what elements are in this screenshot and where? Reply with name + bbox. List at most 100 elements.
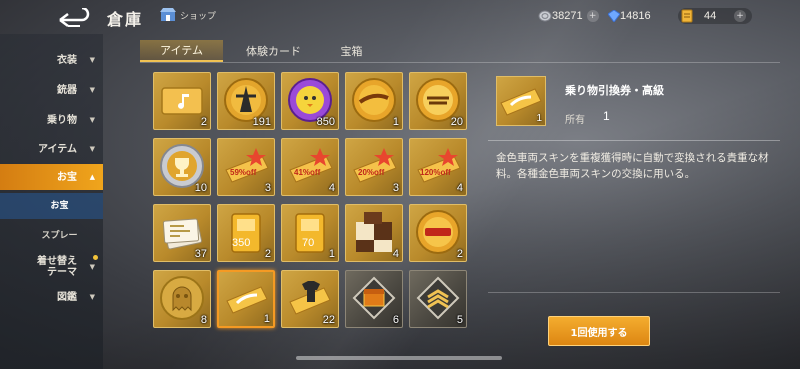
- caret-down-icon: ▼: [89, 86, 95, 94]
- item-cell[interactable]: 41%off 4: [281, 138, 339, 196]
- silver-coin-icon: [538, 10, 552, 22]
- item-cell[interactable]: 1: [345, 72, 403, 130]
- item-cell[interactable]: 8: [153, 270, 211, 328]
- svg-text:120%off: 120%off: [420, 168, 451, 177]
- gold-card-icon: 350: [231, 213, 261, 253]
- caret-down-icon: ▼: [89, 263, 95, 271]
- item-cell[interactable]: 22: [281, 270, 339, 328]
- caret-down-icon: ▼: [89, 293, 95, 301]
- tab-chests[interactable]: 宝箱: [324, 40, 379, 62]
- item-count: 191: [252, 116, 271, 128]
- sidebar-item-label: アイテム: [38, 143, 77, 155]
- sidebar-item-firearms[interactable]: 銃器 ▼: [0, 77, 103, 103]
- blue-gem-icon: [608, 10, 620, 22]
- item-cell[interactable]: 70 1: [281, 204, 339, 262]
- discount-coupon-icon: 20%off: [353, 148, 397, 183]
- divider: [488, 292, 780, 293]
- item-cell[interactable]: 59%off 3: [217, 138, 275, 196]
- music-ticket-icon: [161, 87, 203, 115]
- item-count: 20: [450, 116, 463, 128]
- back-button[interactable]: [54, 6, 90, 32]
- rank-chest-icon: [352, 276, 396, 320]
- item-count: 1: [328, 248, 335, 260]
- item-cell[interactable]: 20%off 3: [345, 138, 403, 196]
- event-coin-icon: [352, 78, 396, 122]
- sidebar-item-items[interactable]: アイテム ▼: [0, 136, 103, 162]
- item-cell[interactable]: 120%off 4: [409, 138, 467, 196]
- sidebar-item-label: 乗り物: [47, 114, 77, 126]
- sidebar-item-label: 銃器: [57, 84, 77, 96]
- gold-ticket-icon: [681, 9, 693, 23]
- currency-ticket: 44 +: [678, 8, 752, 24]
- item-count: 1: [263, 313, 270, 325]
- item-cell[interactable]: 20: [409, 72, 467, 130]
- item-count: 4: [456, 182, 463, 194]
- rank-badge-icon: [416, 276, 460, 320]
- sidebar-subitem-treasure[interactable]: お宝: [0, 193, 103, 219]
- item-count: 8: [200, 314, 207, 326]
- sidebar-item-label: スプレー: [41, 230, 78, 241]
- ghost-coin-icon: [160, 276, 204, 320]
- caret-down-icon: ▼: [89, 145, 95, 153]
- tab-trial-cards[interactable]: 体験カード: [223, 40, 324, 62]
- silver-coin-value: 38271: [552, 10, 583, 22]
- sidebar: 衣装 ▼ 銃器 ▼ 乗り物 ▼ アイテム ▼ お宝 ▲ お宝 スプレー 着せ替え…: [0, 34, 103, 369]
- sidebar-item-label: 図鑑: [57, 291, 77, 303]
- gold-card-icon: 70: [295, 213, 325, 253]
- item-cell[interactable]: 6: [345, 270, 403, 328]
- item-cell[interactable]: 350 2: [217, 204, 275, 262]
- caret-up-icon: ▲: [89, 173, 95, 181]
- owned-value: 1: [603, 109, 610, 123]
- sidebar-item-label: お宝: [57, 171, 77, 183]
- item-cell[interactable]: 37: [153, 204, 211, 262]
- top-bar: 倉庫 ショップ 38271 + 14816 44 +: [0, 0, 800, 34]
- svg-text:20%off: 20%off: [358, 168, 385, 177]
- shop-label: ショップ: [180, 11, 217, 22]
- shop-icon: [160, 8, 176, 21]
- shop-coin-icon: [416, 210, 460, 254]
- item-count: 1: [392, 116, 399, 128]
- item-count: 4: [392, 248, 399, 260]
- horizontal-scrollbar[interactable]: [296, 356, 502, 360]
- tab-divider: [140, 62, 780, 63]
- sidebar-item-treasure[interactable]: お宝 ▲: [0, 164, 103, 190]
- item-count: 2: [200, 116, 207, 128]
- item-count: 5: [456, 314, 463, 326]
- item-cell[interactable]: 4: [345, 204, 403, 262]
- owned-label: 所有: [565, 115, 585, 126]
- discount-coupon-icon: 120%off: [417, 148, 461, 183]
- item-count: 4: [328, 182, 335, 194]
- item-count: 2: [264, 248, 271, 260]
- sidebar-item-label: お宝: [50, 200, 69, 211]
- add-silver-button[interactable]: +: [586, 10, 599, 22]
- sidebar-item-vehicles[interactable]: 乗り物 ▼: [0, 107, 103, 133]
- discount-coupon-icon: 59%off: [225, 148, 269, 183]
- item-count: 6: [392, 314, 399, 326]
- item-count: 10: [194, 182, 207, 194]
- discount-coupon-icon: 41%off: [289, 148, 333, 183]
- tab-items[interactable]: アイテム: [140, 40, 223, 62]
- sidebar-item-encyclopedia[interactable]: 図鑑 ▼: [0, 284, 103, 310]
- svg-text:70: 70: [302, 237, 314, 249]
- sidebar-subitem-spray[interactable]: スプレー: [0, 223, 103, 249]
- sidebar-item-theme[interactable]: 着せ替え テーマ ▼: [0, 252, 103, 282]
- item-cell-selected[interactable]: 1: [217, 270, 275, 328]
- sidebar-item-costume[interactable]: 衣装 ▼: [0, 47, 103, 73]
- item-grid: 2 191 850 1 20 10 59%off 3 41%off 4 20%o…: [153, 72, 473, 330]
- item-count: 22: [322, 314, 335, 326]
- item-cell[interactable]: 191: [217, 72, 275, 130]
- use-once-button[interactable]: 1回使用する: [548, 316, 650, 346]
- item-cell[interactable]: 2: [409, 204, 467, 262]
- shop-link[interactable]: ショップ: [160, 8, 216, 22]
- page-title: 倉庫: [107, 10, 144, 29]
- add-ticket-button[interactable]: +: [734, 10, 746, 22]
- tab-bar: アイテム 体験カード 宝箱: [140, 40, 780, 62]
- item-cell[interactable]: 850: [281, 72, 339, 130]
- item-count: 3: [264, 182, 271, 194]
- currency-gem: 14816: [608, 8, 651, 24]
- item-cell[interactable]: 10: [153, 138, 211, 196]
- item-cell[interactable]: 5: [409, 270, 467, 328]
- back-arrow-icon: [59, 6, 90, 27]
- item-cell[interactable]: 2: [153, 72, 211, 130]
- ticket-value: 44: [704, 10, 717, 22]
